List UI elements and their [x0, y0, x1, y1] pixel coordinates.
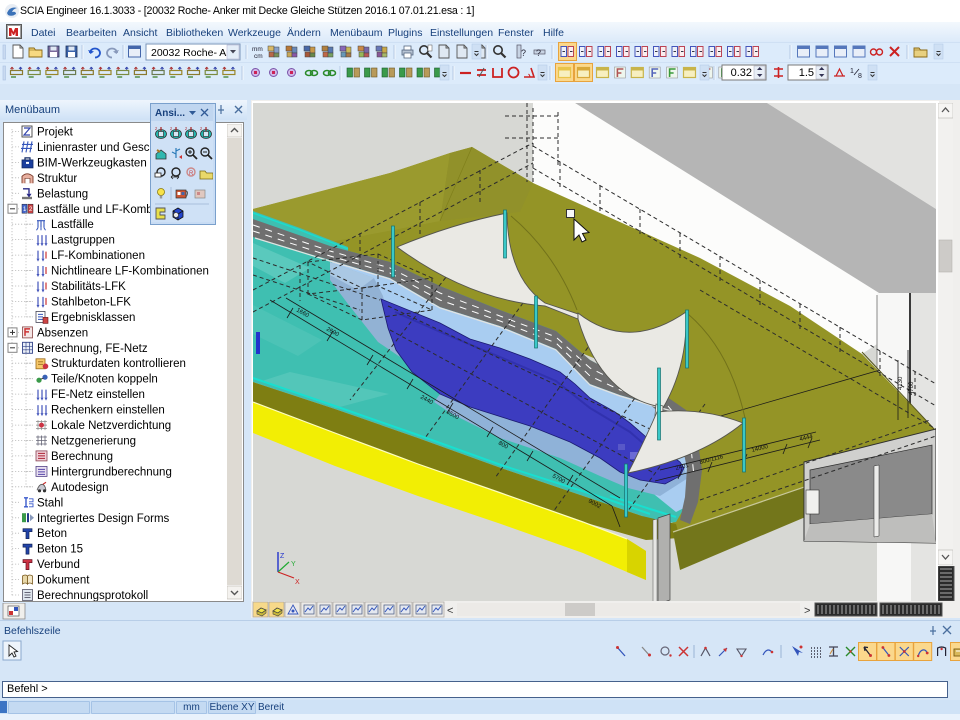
- svg-text:>: >: [804, 605, 810, 617]
- svg-text:?: ?: [536, 48, 541, 58]
- svg-text:?: ?: [521, 48, 526, 58]
- svg-text:Autodesign: Autodesign: [51, 482, 109, 494]
- svg-text:R: R: [189, 171, 194, 177]
- svg-text:1: 1: [850, 68, 854, 75]
- svg-text:4700: 4700: [909, 381, 915, 395]
- svg-text:Verbund: Verbund: [37, 559, 80, 571]
- svg-text:Nichtlineare LF-Kombinationen: Nichtlineare LF-Kombinationen: [51, 266, 209, 278]
- svg-text:Belastung: Belastung: [37, 188, 88, 200]
- svg-text:FE-Netz einstellen: FE-Netz einstellen: [51, 389, 145, 401]
- svg-text:Berechnungsprotokoll: Berechnungsprotokoll: [37, 590, 148, 601]
- svg-text:<: <: [447, 605, 453, 617]
- svg-text:Struktur: Struktur: [37, 173, 77, 185]
- svg-text:mm: mm: [252, 46, 263, 53]
- svg-text:Strukturdaten kontrollieren: Strukturdaten kontrollieren: [51, 358, 186, 370]
- svg-text:Integriertes Design Forms: Integriertes Design Forms: [37, 513, 170, 525]
- svg-text:Projekt: Projekt: [37, 127, 74, 139]
- svg-text:Z: Z: [280, 553, 285, 560]
- svg-text:Ansi...: Ansi...: [155, 108, 185, 119]
- svg-text:Lokale Netzverdichtung: Lokale Netzverdichtung: [51, 420, 171, 432]
- svg-text:Hintergrundberechnung: Hintergrundberechnung: [51, 466, 172, 478]
- svg-text:Lastgruppen: Lastgruppen: [51, 235, 115, 247]
- svg-text:Netzgenerierung: Netzgenerierung: [51, 436, 136, 448]
- svg-text:Stahlbeton-LFK: Stahlbeton-LFK: [51, 296, 131, 308]
- svg-text:Berechnung: Berechnung: [51, 451, 113, 463]
- svg-text:Y: Y: [291, 561, 296, 568]
- svg-text:Ergebnisklassen: Ergebnisklassen: [51, 312, 135, 324]
- svg-text:1.5: 1.5: [799, 67, 814, 79]
- svg-text:Stahl: Stahl: [37, 497, 63, 509]
- svg-text:LF-Kombinationen: LF-Kombinationen: [51, 250, 145, 262]
- svg-text:cm: cm: [254, 53, 263, 60]
- svg-text:Dokument: Dokument: [37, 575, 90, 587]
- svg-text:20032 Roche- Ank: 20032 Roche- Ank: [151, 47, 238, 59]
- svg-text:Absenzen: Absenzen: [37, 327, 88, 339]
- svg-text:X: X: [295, 579, 300, 586]
- svg-text:Lastfälle: Lastfälle: [51, 219, 94, 231]
- svg-text:Befehlszeile: Befehlszeile: [4, 625, 61, 637]
- svg-text:Stabilitäts-LFK: Stabilitäts-LFK: [51, 281, 126, 293]
- svg-text:0.32: 0.32: [731, 67, 752, 79]
- svg-text:Teile/Knoten koppeln: Teile/Knoten koppeln: [51, 374, 158, 386]
- svg-text:Beton 15: Beton 15: [37, 544, 83, 556]
- svg-text:Rechenkern einstellen: Rechenkern einstellen: [51, 405, 165, 417]
- svg-text:Berechnung, FE-Netz: Berechnung, FE-Netz: [37, 343, 148, 355]
- svg-text:BIM-Werkzeugkasten: BIM-Werkzeugkasten: [37, 157, 147, 169]
- svg-text:Beton: Beton: [37, 528, 67, 540]
- svg-text:4130: 4130: [898, 376, 904, 390]
- svg-text:8: 8: [858, 73, 862, 80]
